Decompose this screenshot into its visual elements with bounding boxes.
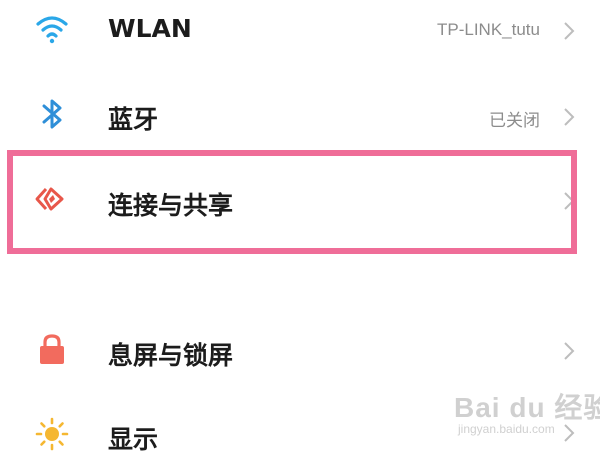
settings-item-lock-screen[interactable]: 息屏与锁屏	[0, 318, 600, 382]
lock-icon	[40, 334, 64, 364]
watermark-text: Bai du 经验	[454, 392, 600, 423]
settings-item-status: TP-LINK_tutu	[437, 20, 540, 39]
settings-item-title: 息屏与锁屏	[108, 341, 234, 370]
wifi-icon	[36, 16, 68, 44]
sun-icon	[35, 417, 69, 451]
settings-item-status: 已关闭	[489, 111, 540, 130]
bluetooth-icon	[42, 99, 62, 129]
highlight-box	[7, 150, 577, 254]
chevron-right-icon	[564, 22, 575, 40]
settings-item-title: WLAN	[108, 14, 192, 43]
chevron-right-icon	[564, 342, 575, 360]
baidu-watermark: Bai du 经验 jingyan.baidu.com	[448, 386, 600, 446]
settings-item-bluetooth[interactable]: 蓝牙 已关闭	[0, 84, 600, 146]
settings-item-wlan[interactable]: WLAN TP-LINK_tutu	[0, 0, 600, 62]
settings-item-title: 显示	[108, 425, 159, 454]
settings-item-title: 蓝牙	[108, 105, 159, 134]
watermark-url: jingyan.baidu.com	[458, 422, 555, 436]
chevron-right-icon	[564, 108, 575, 126]
